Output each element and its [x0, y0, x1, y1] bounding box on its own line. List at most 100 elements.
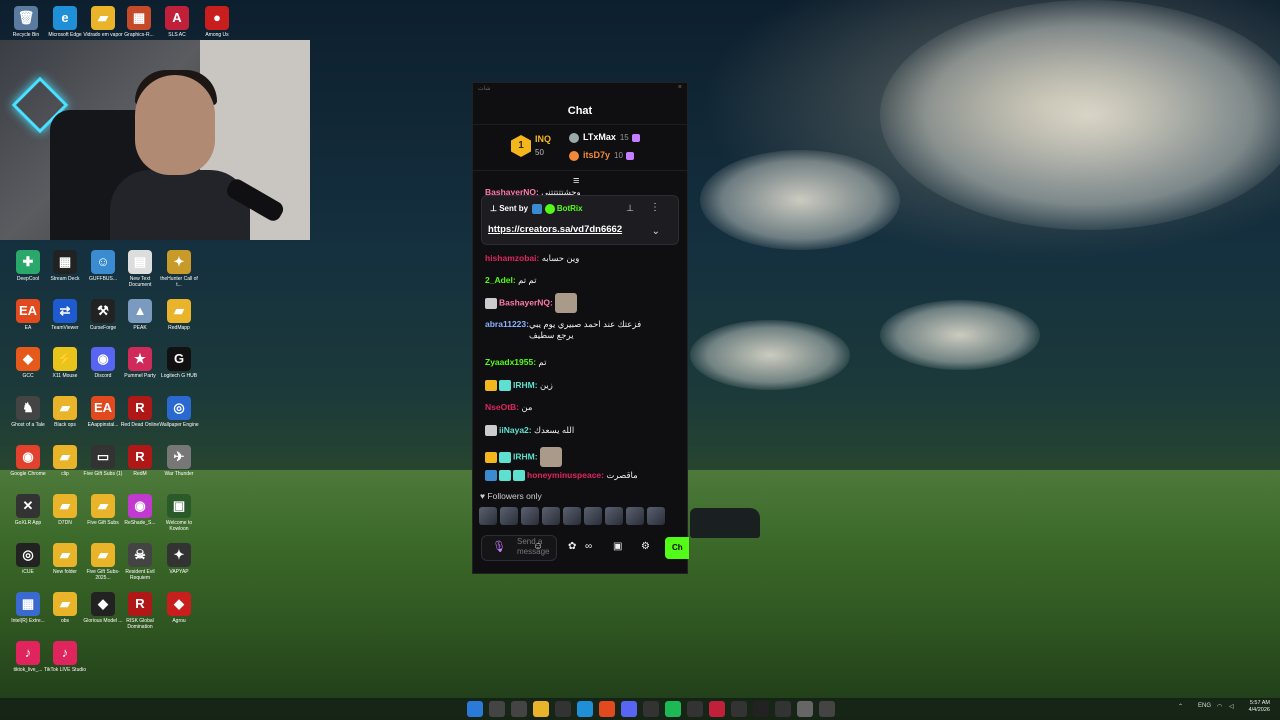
chat-username[interactable]: 2_Adel:	[485, 275, 516, 285]
chat-message[interactable]: Zyaadx1955: تم	[485, 357, 546, 368]
chat-message[interactable]: IRHM:	[485, 447, 562, 467]
desktop-icon[interactable]: G Logitech G HUB	[157, 347, 201, 379]
system-clock[interactable]: 5:57 AM 4/4/2026	[1249, 700, 1270, 714]
avatar[interactable]	[479, 507, 497, 525]
desktop-icon[interactable]: ✈ War Thunder	[157, 445, 201, 477]
chat-username[interactable]: iiNaya2:	[499, 425, 532, 435]
desktop-icon[interactable]: ✦ theHunter Call of t...	[157, 250, 201, 288]
file-explorer-icon[interactable]	[533, 701, 549, 717]
settings-icon[interactable]	[797, 701, 813, 717]
avatar[interactable]	[605, 507, 623, 525]
windows-start-icon[interactable]	[467, 701, 483, 717]
chat-message[interactable]: abra11223: فزعتك عند احمد صبيري يوم يبي …	[485, 319, 649, 341]
chat-message[interactable]: iiNaya2: الله يسعدك	[485, 425, 574, 437]
desktop-icon[interactable]: ♪ TikTok LIVE Studio	[43, 641, 87, 673]
viewer-avatars[interactable]	[479, 507, 668, 527]
steam-icon[interactable]	[687, 701, 703, 717]
desktop-icon[interactable]: ▲ PEAK	[118, 299, 162, 331]
desktop-icon[interactable]: ◆ Agrou	[157, 592, 201, 624]
desktop-icon[interactable]: ✦ VAPYAP	[157, 543, 201, 575]
wallpaper-cloud	[700, 150, 900, 250]
infinity-icon[interactable]: ∞	[585, 541, 592, 552]
tray-language[interactable]: ENG	[1198, 703, 1211, 709]
leaderboard-row[interactable]: itsD7y 10	[569, 150, 634, 161]
avatar[interactable]	[563, 507, 581, 525]
desktop-icon[interactable]: ◎ Wallpaper Engine	[157, 396, 201, 428]
chat-message[interactable]: 2_Adel: تم تم	[485, 275, 537, 286]
desktop-icon[interactable]: ▤ New Text Document	[118, 250, 162, 288]
desktop-icon[interactable]: ☠ Resident Evil Requiem	[118, 543, 162, 581]
rank-badge-icon	[569, 150, 579, 161]
settings-gear-icon[interactable]: ⚙	[641, 541, 650, 552]
chat-username[interactable]: NseOtB:	[485, 402, 519, 412]
leaderboard-first-name[interactable]: INQ	[535, 134, 551, 144]
chevron-down-icon[interactable]: ⌄	[652, 226, 660, 237]
chat-username[interactable]: BashayerNQ:	[499, 297, 553, 307]
desktop-icon-label: Resident Evil Requiem	[125, 569, 155, 581]
app-icon: ▰	[53, 592, 77, 616]
obs-icon[interactable]	[643, 701, 659, 717]
desktop-icon[interactable]: ● Among Us	[195, 6, 239, 38]
chat-message[interactable]: NseOtB: من	[485, 402, 532, 413]
microphone-icon[interactable]: 🎙	[492, 540, 506, 553]
desktop-icon[interactable]: ★ Pummel Party	[118, 347, 162, 379]
chat-username[interactable]: Zyaadx1955:	[485, 357, 536, 367]
more-options-icon[interactable]: ⋮	[650, 202, 660, 213]
desktop-icon[interactable]: ▣ Welcome to Kowloon	[157, 494, 201, 532]
desktop-icon[interactable]: R RedM	[118, 445, 162, 477]
sender-name[interactable]: BotRix	[557, 204, 583, 213]
spotify-icon[interactable]	[665, 701, 681, 717]
pinned-message[interactable]: ⊥ Sent by BotRix ⊥ ⋮ https://creators.sa…	[481, 195, 679, 245]
rank-one-badge-icon: 1	[511, 135, 531, 157]
store-icon[interactable]: ▣	[613, 541, 622, 552]
chat-username[interactable]: IRHM:	[513, 451, 538, 461]
desktop-icon[interactable]: ◉ ReShade_S...	[118, 494, 162, 526]
volume-icon[interactable]: ◁	[1229, 703, 1234, 710]
chat-message[interactable]: IRHM: زين	[485, 380, 553, 392]
copilot-icon[interactable]	[511, 701, 527, 717]
tray-chevron-icon[interactable]: ⌃	[1178, 703, 1183, 710]
avatar[interactable]	[500, 507, 518, 525]
avatar[interactable]	[626, 507, 644, 525]
desktop-icon[interactable]: R RISK Global Domination	[118, 592, 162, 630]
chat-message[interactable]: BashayerNQ:	[485, 293, 577, 313]
avatar[interactable]	[521, 507, 539, 525]
app-icon[interactable]	[753, 701, 769, 717]
chat-titlebar[interactable]: شات ×	[473, 83, 687, 97]
collapse-icon[interactable]: ≡	[573, 175, 579, 187]
app-icon[interactable]	[775, 701, 791, 717]
pin-icon[interactable]: ⊥	[626, 203, 634, 214]
chat-message[interactable]: honeyminuspeace: ماقصرت	[485, 470, 638, 482]
app-icon[interactable]	[819, 701, 835, 717]
desktop-icon[interactable]: R Red Dead Online	[118, 396, 162, 428]
terminal-icon[interactable]	[555, 701, 571, 717]
emoji-icon[interactable]: ☺	[533, 541, 543, 552]
brave-icon[interactable]	[599, 701, 615, 717]
avatar[interactable]	[584, 507, 602, 525]
emote-icon[interactable]: ✿	[568, 541, 576, 552]
discord-icon[interactable]	[621, 701, 637, 717]
chat-message[interactable]: hishamzobai: وين حسابه	[485, 253, 579, 264]
avatar[interactable]	[542, 507, 560, 525]
app-icon[interactable]	[731, 701, 747, 717]
send-chat-button[interactable]: Ch	[665, 537, 689, 559]
chat-username[interactable]: honeyminuspeace:	[527, 470, 604, 480]
leaderboard-row[interactable]: LTxMax 15	[569, 132, 640, 143]
app-icon[interactable]	[709, 701, 725, 717]
wifi-icon[interactable]: ◠	[1217, 703, 1222, 710]
pinned-link[interactable]: https://creators.sa/vd7dn6662	[488, 224, 622, 235]
desktop-icon[interactable]: ▰ RedMapp	[157, 299, 201, 331]
search-icon[interactable]	[489, 701, 505, 717]
desktop-icon[interactable]: A SLS AC	[155, 6, 199, 38]
wallpaper-cloud	[690, 320, 850, 390]
chat-username[interactable]: IRHM:	[513, 380, 538, 390]
chat-message-text: ماقصرت	[604, 470, 638, 480]
edge-icon[interactable]	[577, 701, 593, 717]
avatar[interactable]	[647, 507, 665, 525]
desktop-icon[interactable]: 🗑 Recycle Bin	[4, 6, 48, 38]
chat-username[interactable]: abra11223:	[485, 319, 529, 329]
chat-username[interactable]: hishamzobai:	[485, 253, 539, 263]
desktop-icon-label: War Thunder	[164, 471, 194, 477]
app-icon: ▦	[16, 592, 40, 616]
close-icon[interactable]: ×	[678, 84, 682, 91]
